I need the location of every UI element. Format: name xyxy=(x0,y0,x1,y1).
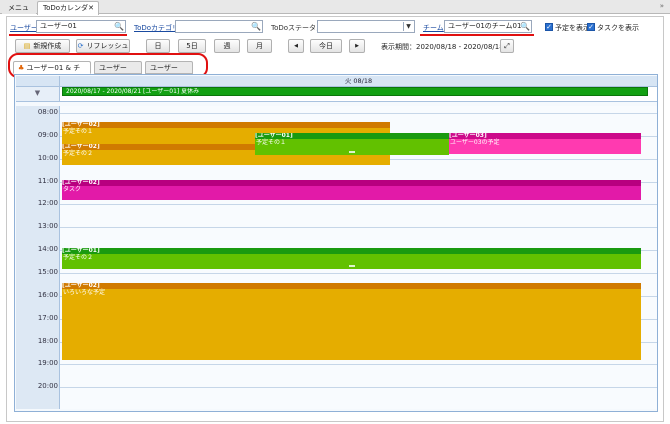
user-filter-input[interactable]: ユーザー01 🔍 xyxy=(36,20,126,33)
event-user01-schedule2[interactable]: [ユーザー01] 予定その２ xyxy=(62,248,641,269)
resize-handle[interactable] xyxy=(348,265,355,267)
tab-menu[interactable]: メニュー xyxy=(2,1,36,24)
hour-label: 17:00 xyxy=(37,314,58,322)
day-view-button[interactable]: 日 xyxy=(146,39,170,53)
hour-label: 20:00 xyxy=(37,382,58,390)
hour-label: 10:00 xyxy=(37,154,58,162)
todo-status-select[interactable]: ▼ xyxy=(317,20,415,33)
event-user02-various[interactable]: [ユーザー02] いろいろな予定 xyxy=(62,283,641,360)
week-view-button[interactable]: 週 xyxy=(214,39,240,53)
refresh-button[interactable]: ⟳ リフレッシュ xyxy=(76,39,130,53)
show-schedule-checkbox[interactable]: ✓ xyxy=(545,23,553,31)
day-header: 火 08/18 xyxy=(60,76,657,87)
todo-category-label[interactable]: ToDoカテゴリ xyxy=(134,23,179,33)
event-user03-schedule[interactable]: [ユーザー03] ユーザー03の予定 xyxy=(449,133,641,154)
next-button[interactable]: ▶ xyxy=(349,39,365,53)
todo-category-input[interactable]: 🔍 xyxy=(175,20,263,33)
event-user01-schedule1[interactable]: [ユーザー01] 予定その１ xyxy=(255,133,449,155)
expand-icon: ⤢ xyxy=(504,42,510,50)
team-filter-label[interactable]: チーム xyxy=(423,23,444,33)
event-title: ユーザー03の予定 xyxy=(450,139,500,146)
highlight-underline xyxy=(420,34,534,36)
show-tasks-checkbox[interactable]: ✓ xyxy=(587,23,595,31)
allday-toggle-icon[interactable]: ▼ xyxy=(16,87,60,102)
resize-handle[interactable] xyxy=(349,151,355,153)
refresh-button-label: リフレッシュ xyxy=(86,42,129,50)
event-user02-task[interactable]: [ユーザー02] タスク xyxy=(62,180,641,200)
highlight-underline xyxy=(9,34,127,36)
new-button[interactable]: ▤ 新規作成 xyxy=(15,39,70,53)
hour-label: 18:00 xyxy=(37,337,58,345)
hour-label: 19:00 xyxy=(37,359,58,367)
team-filter-input[interactable]: ユーザー01のチーム01 🔍 xyxy=(444,20,532,33)
collapse-icon[interactable]: » xyxy=(660,2,664,10)
hour-line xyxy=(60,273,657,274)
show-tasks-label: タスクを表示 xyxy=(597,24,639,32)
new-document-icon: ▤ xyxy=(23,42,31,50)
close-icon[interactable]: ✕ xyxy=(88,2,94,14)
event-title: いろいろな予定 xyxy=(63,289,106,296)
hour-line xyxy=(60,227,657,228)
user-filter-label[interactable]: ユーザー xyxy=(10,23,38,33)
five-day-view-button[interactable]: 5日 xyxy=(178,39,206,53)
show-schedule-label: 予定を表示 xyxy=(555,24,590,32)
allday-event[interactable]: 2020/08/17 - 2020/08/21 [ユーザー01] 夏休み xyxy=(62,87,648,96)
display-period: 表示期間：2020/08/18 - 2020/08/18 xyxy=(381,43,504,51)
prev-button[interactable]: ◀ xyxy=(288,39,304,53)
search-icon[interactable]: 🔍 xyxy=(251,22,261,31)
today-button[interactable]: 今日 xyxy=(310,39,342,53)
search-icon[interactable]: 🔍 xyxy=(520,22,530,31)
new-button-label: 新規作成 xyxy=(33,42,62,50)
hour-line xyxy=(60,387,657,388)
tab-todo-calendar[interactable]: ToDoカレンダー✕ xyxy=(37,1,99,24)
chevron-down-icon[interactable]: ▼ xyxy=(403,22,413,31)
hour-label: 16:00 xyxy=(37,291,58,299)
hour-label: 12:00 xyxy=(37,199,58,207)
hour-label: 13:00 xyxy=(37,222,58,230)
calendar-corner xyxy=(16,76,60,87)
hour-label: 08:00 xyxy=(37,108,58,116)
hour-label: 09:00 xyxy=(37,131,58,139)
expand-button[interactable]: ⤢ xyxy=(500,39,514,53)
hour-line xyxy=(60,364,657,365)
hour-label: 14:00 xyxy=(37,245,58,253)
event-title: 予定その２ xyxy=(63,254,94,261)
hour-line xyxy=(60,113,657,114)
month-view-button[interactable]: 月 xyxy=(247,39,272,53)
refresh-icon: ⟳ xyxy=(77,42,84,50)
todo-status-label: ToDoステータス xyxy=(271,24,324,32)
team-filter-value: ユーザー01のチーム01 xyxy=(448,22,522,30)
hour-label: 15:00 xyxy=(37,268,58,276)
hour-line xyxy=(60,204,657,205)
hour-label: 11:00 xyxy=(37,177,58,185)
event-title: 予定その１ xyxy=(256,139,287,146)
event-title: タスク xyxy=(63,186,82,193)
top-tab-bar xyxy=(0,0,670,14)
user-filter-value: ユーザー01 xyxy=(40,22,77,30)
search-icon[interactable]: 🔍 xyxy=(114,22,124,31)
